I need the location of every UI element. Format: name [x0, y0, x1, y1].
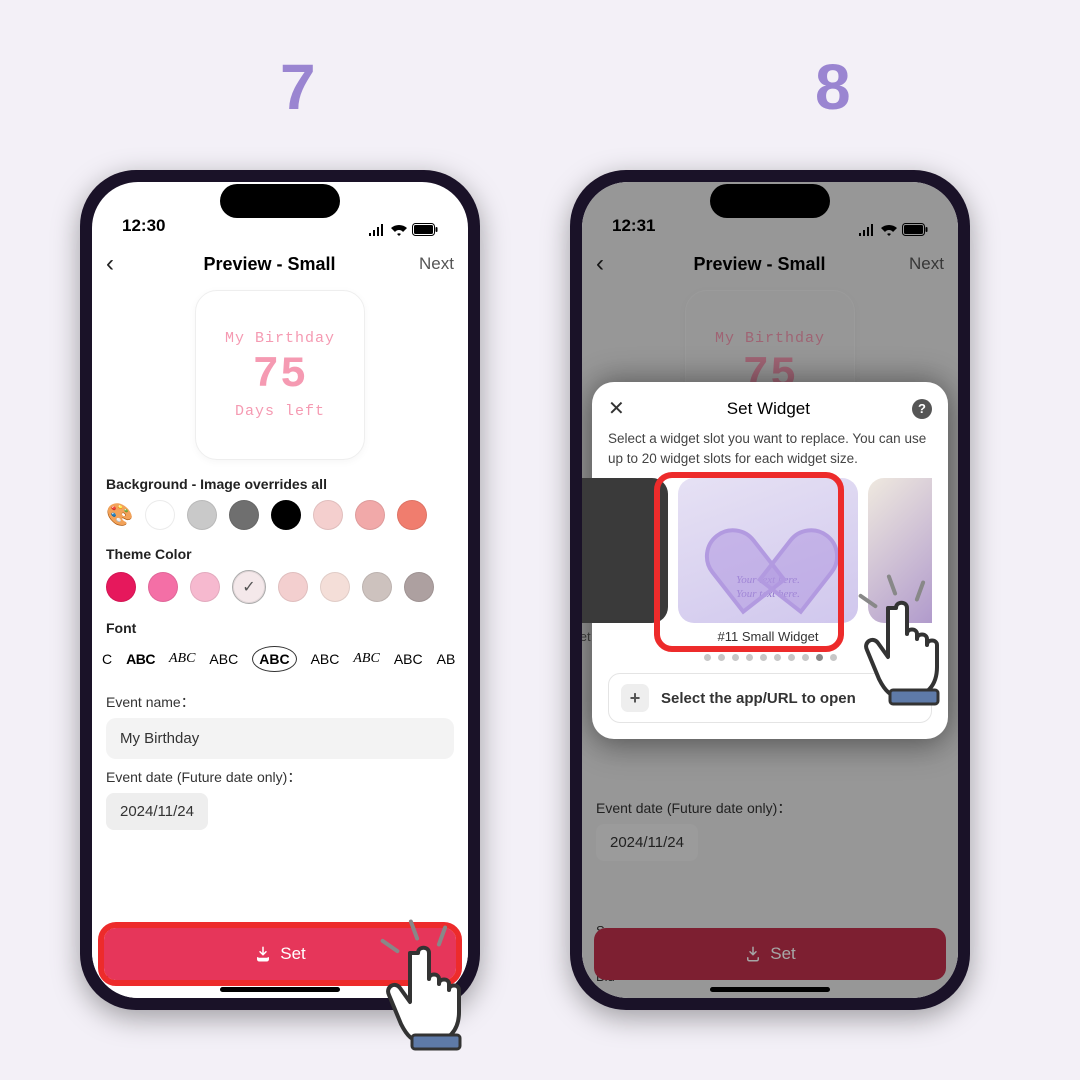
bg-swatch-pink2[interactable] [355, 500, 385, 530]
theme-swatch-0[interactable] [106, 572, 136, 602]
phone-screen: 12:31 ‹ Preview - Small Next My Birthday… [582, 182, 958, 998]
font-options: C ABC ABC ABC ABC ABC ABC ABC AB [92, 642, 468, 684]
nav-bar: ‹ Preview - Small Next [92, 242, 468, 286]
status-icons [368, 223, 438, 236]
help-icon[interactable]: ? [912, 399, 932, 419]
home-indicator [220, 987, 340, 992]
close-button[interactable]: ✕ [608, 396, 625, 421]
theme-swatch-6[interactable] [362, 572, 392, 602]
font-opt-5[interactable]: ABC [311, 651, 340, 667]
bg-swatch-coral[interactable] [397, 500, 427, 530]
dynamic-island [710, 184, 830, 218]
theme-swatch-7[interactable] [404, 572, 434, 602]
theme-swatch-5[interactable] [320, 572, 350, 602]
next-button[interactable]: Next [909, 254, 944, 274]
plus-icon: + [621, 684, 649, 712]
sheet-description: Select a widget slot you want to replace… [608, 429, 932, 468]
select-app-url-button[interactable]: + Select the app/URL to open [608, 673, 932, 723]
font-label: Font [92, 614, 468, 642]
event-date-label: Event date (Future date only)： [582, 790, 958, 824]
set-button-label: Set [280, 944, 306, 964]
phone-screen: 12:30 ‹ Preview - Small Next My Birthday… [92, 182, 468, 998]
slot-label: #11 Small Widget [718, 629, 819, 644]
theme-swatch-4[interactable] [278, 572, 308, 602]
theme-swatch-1[interactable] [148, 572, 178, 602]
back-button[interactable]: ‹ [100, 250, 120, 278]
font-opt-0[interactable]: C [102, 651, 112, 667]
bg-swatch-black[interactable] [271, 500, 301, 530]
dynamic-island [220, 184, 340, 218]
widget-preview: My Birthday 75 Days left [195, 290, 365, 460]
phone-frame-step-8: 12:31 ‹ Preview - Small Next My Birthday… [570, 170, 970, 1010]
step-number-7: 7 [280, 50, 316, 124]
carousel-dots [608, 654, 932, 661]
theme-swatches [92, 568, 468, 614]
font-opt-2[interactable]: ABC [169, 651, 195, 667]
cutoff-s: S [596, 923, 605, 938]
home-indicator [710, 987, 830, 992]
step-number-8: 8 [815, 50, 851, 124]
font-opt-1[interactable]: ABC [126, 651, 155, 667]
phone-frame-step-7: 12:30 ‹ Preview - Small Next My Birthday… [80, 170, 480, 1010]
background-label: Background - Image overrides all [92, 470, 468, 498]
page-title: Preview - Small [693, 254, 825, 275]
font-opt-selected[interactable]: ABC [252, 646, 296, 672]
font-opt-8[interactable]: AB [437, 651, 456, 667]
widget-unit: Days left [235, 403, 325, 420]
status-time: 12:30 [122, 216, 165, 236]
app-link-label: Select the app/URL to open [661, 690, 856, 707]
set-button[interactable]: Set [104, 928, 456, 980]
widget-title: My Birthday [225, 330, 335, 347]
font-opt-3[interactable]: ABC [209, 651, 238, 667]
font-opt-6[interactable]: ABC [353, 651, 379, 667]
heart-icon [723, 500, 813, 580]
set-button: Set [594, 928, 946, 980]
status-time: 12:31 [612, 216, 655, 236]
widget-slot-12[interactable]: #12 S [868, 478, 932, 644]
cutoff-blur: Blu [596, 969, 615, 984]
set-widget-sheet: ✕ Set Widget ? Select a widget slot you … [592, 382, 948, 739]
event-date-picker: 2024/11/24 [596, 824, 698, 861]
font-opt-7[interactable]: ABC [394, 651, 423, 667]
theme-swatch-2[interactable] [190, 572, 220, 602]
widget-slot-11[interactable]: Your text here. Your text here. #11 Smal… [678, 478, 858, 644]
theme-swatch-selected[interactable] [232, 570, 266, 604]
download-icon [254, 945, 272, 963]
bg-swatch-grey[interactable] [187, 500, 217, 530]
event-name-label: Event name： [92, 684, 468, 718]
download-icon [744, 945, 762, 963]
slot-label: dget [582, 629, 591, 644]
screen-content: ‹ Preview - Small Next My Birthday 75 Da… [92, 242, 468, 998]
widget-title: My Birthday [715, 330, 825, 347]
widget-slot-10[interactable]: dget [582, 478, 668, 644]
nav-bar: ‹ Preview - Small Next [582, 242, 958, 286]
status-icons [858, 223, 928, 236]
page-title: Preview - Small [203, 254, 335, 275]
palette-icon[interactable]: 🎨 [106, 502, 133, 528]
background-swatches: 🎨 [92, 498, 468, 540]
bg-swatch-white[interactable] [145, 500, 175, 530]
bg-swatch-pink1[interactable] [313, 500, 343, 530]
next-button[interactable]: Next [419, 254, 454, 274]
set-button-label: Set [770, 944, 796, 964]
event-date-picker[interactable]: 2024/11/24 [106, 793, 208, 830]
sheet-title: Set Widget [727, 399, 810, 419]
back-button[interactable]: ‹ [590, 250, 610, 278]
event-name-input[interactable]: My Birthday [106, 718, 454, 759]
event-date-label: Event date (Future date only)： [92, 759, 468, 793]
widget-slot-carousel[interactable]: dget Your text here. Your text here. #11… [582, 478, 932, 644]
bg-swatch-dark[interactable] [229, 500, 259, 530]
widget-count: 75 [253, 353, 308, 397]
theme-label: Theme Color [92, 540, 468, 568]
